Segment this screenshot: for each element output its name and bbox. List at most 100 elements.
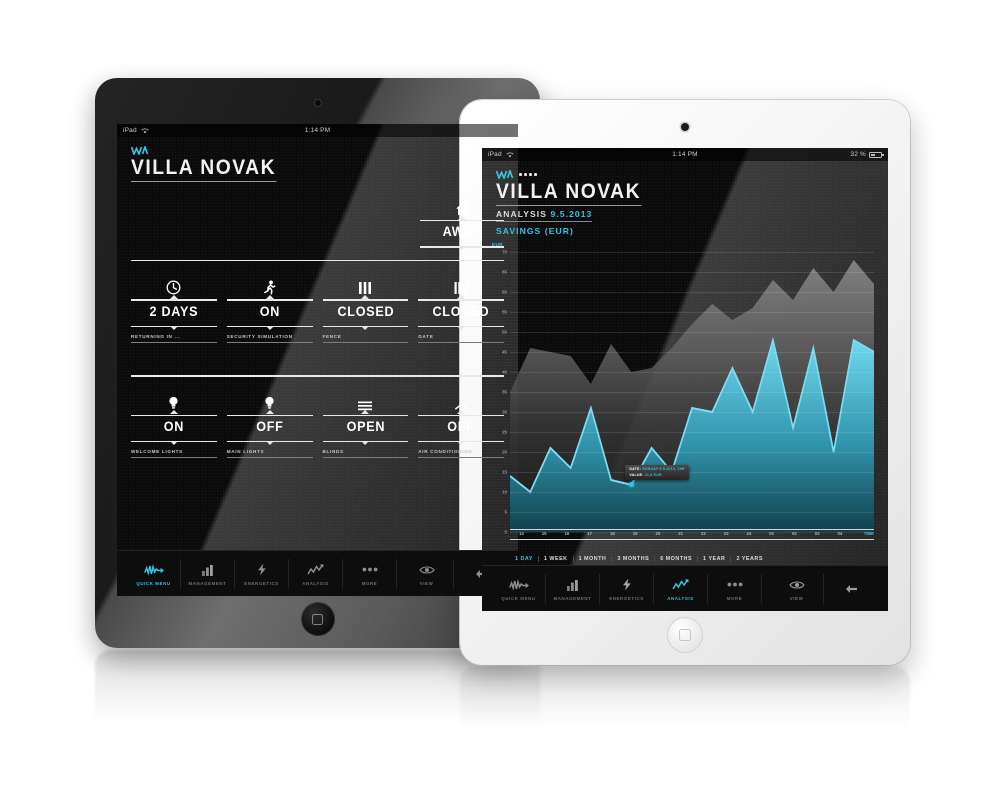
tab-energetics[interactable]: ENERGETICS	[235, 558, 289, 589]
gridline	[510, 392, 874, 394]
metric-label: SAVINGS (EUR)	[496, 226, 574, 237]
battery-icon	[869, 151, 884, 158]
control-value: ON	[259, 302, 280, 319]
range-option[interactable]: 1 WEEK	[539, 556, 574, 562]
black-ipad-screen: iPad 1:14 PM VILLA NOVAK AWAY 2 DAYS RET…	[117, 124, 518, 596]
x-tick-label: 04	[837, 531, 843, 536]
gridline	[510, 352, 874, 354]
x-axis-ticks: 14 15 16 17 18 19 20 21 22 23 24 01 02 03 04 TIME	[510, 530, 874, 539]
control-main-lights[interactable]: OFF MAIN LIGHTS	[226, 391, 313, 459]
linechart-icon	[654, 577, 707, 593]
arrow-down[interactable]	[322, 325, 409, 332]
tab-label: MORE	[361, 580, 378, 586]
analysis-chart[interactable]: EUR 0 5 10 15 20 25 30 35 40 45 50 55 60 65 70	[492, 242, 878, 554]
arrow-down[interactable]	[131, 441, 217, 447]
eye-icon	[400, 562, 453, 578]
x-tick-label: 22	[700, 531, 706, 536]
tab-view[interactable]: VIEW	[770, 573, 824, 604]
gridline	[510, 252, 874, 254]
x-tick-label: 15	[541, 531, 547, 536]
tab-more[interactable]: MORE	[708, 573, 762, 604]
tooltip-date-value: SUNDAY 9.5.2013, 19H	[642, 467, 685, 472]
brand-row	[117, 137, 518, 155]
range-option[interactable]: 1 DAY	[510, 556, 539, 562]
tab-view[interactable]: VIEW	[400, 558, 454, 589]
control-value: ON	[163, 418, 185, 434]
tab-analysis[interactable]: ANALYSIS	[654, 573, 708, 604]
page-title: VILLA NOVAK	[496, 180, 642, 207]
vm-logo-icon	[496, 170, 514, 179]
tab-bar: QUICK MENU MANAGEMENT ENERGETICS ANALYSI…	[117, 550, 518, 596]
ellipsis-icon	[343, 562, 396, 578]
tab-quick-menu[interactable]: QUICK MENU	[492, 573, 546, 604]
gridline	[510, 272, 874, 274]
control-security-simulation[interactable]: ON SECURITY SIMULATION	[226, 275, 313, 344]
x-tick-label: 23	[723, 531, 729, 536]
tab-label: QUICK MENU	[501, 595, 536, 601]
status-time: 1:14 PM	[672, 151, 698, 158]
tab-analysis[interactable]: ANALYSIS	[289, 558, 343, 589]
arrow-down[interactable]	[322, 441, 409, 447]
range-option[interactable]: 2 YEARS	[731, 556, 767, 562]
y-tick-label: 20	[502, 449, 507, 455]
white-ipad-screen: iPad 1:14 PM 32 % VILLA NOVAK ANALYSIS 9…	[482, 148, 888, 611]
barchart-icon	[181, 562, 234, 578]
blinds-icon	[323, 391, 409, 411]
home-button[interactable]	[300, 602, 335, 636]
range-option[interactable]: 1 MONTH	[574, 556, 613, 562]
tab-label: VIEW	[789, 595, 804, 601]
arrow-down[interactable]	[131, 325, 217, 332]
control-welcome-lights[interactable]: ON WELCOME LIGHTS	[131, 391, 217, 459]
tab-more[interactable]: MORE	[343, 558, 397, 589]
brand-row	[482, 161, 888, 179]
y-tick-label: 0	[504, 529, 507, 535]
control-fence[interactable]: CLOSED FENCE	[322, 275, 409, 344]
analysis-prefix: ANALYSIS	[496, 209, 547, 220]
arrow-down[interactable]	[226, 441, 313, 447]
x-tick-label: 17	[587, 531, 593, 536]
status-time: 1:14 PM	[304, 127, 331, 134]
tab-management[interactable]: MANAGEMENT	[546, 573, 600, 604]
vm-logo-icon	[131, 146, 149, 155]
range-option[interactable]: 6 MONTHS	[655, 556, 699, 562]
tab-label: MORE	[726, 595, 743, 601]
control-blinds[interactable]: OPEN BLINDS	[322, 391, 409, 459]
home-button[interactable]	[667, 617, 703, 653]
range-option[interactable]: 1 YEAR	[698, 556, 732, 562]
control-value: CLOSED	[336, 302, 394, 319]
arrow-down[interactable]	[226, 325, 313, 332]
y-tick-label: 65	[502, 269, 507, 275]
tab-back[interactable]	[824, 578, 878, 600]
clock-icon	[131, 275, 217, 295]
gridline	[510, 452, 874, 453]
tab-label: ANALYSIS	[302, 580, 329, 586]
y-tick-label: 30	[502, 409, 507, 415]
control-returning-in[interactable]: 2 DAYS RETURNING IN ...	[131, 275, 217, 344]
ellipsis-icon	[708, 577, 761, 593]
white-ipad-device: iPad 1:14 PM 32 % VILLA NOVAK ANALYSIS 9…	[460, 100, 910, 665]
page-dots[interactable]	[519, 173, 537, 176]
tooltip-date-key: DATE:	[629, 467, 642, 472]
tab-management[interactable]: MANAGEMENT	[181, 558, 235, 589]
range-option[interactable]: 3 MONTHS	[612, 556, 656, 562]
tab-label: MANAGEMENT	[188, 580, 227, 586]
bulb-icon	[131, 391, 217, 411]
waveform-icon	[492, 577, 545, 593]
fence-icon	[323, 275, 409, 295]
y-tick-label: 25	[502, 429, 507, 435]
y-tick-label: 70	[502, 249, 507, 255]
gridline	[510, 412, 874, 414]
gridline	[510, 332, 874, 334]
x-tick-label: 24	[746, 531, 752, 536]
x-tick-label: 16	[564, 531, 570, 536]
tab-energetics[interactable]: ENERGETICS	[600, 573, 654, 604]
gridline	[510, 292, 874, 294]
control-value: 2 DAYS	[149, 302, 199, 319]
status-bar: iPad 1:14 PM	[117, 124, 518, 137]
barchart-icon	[546, 577, 599, 593]
runner-icon	[227, 275, 313, 295]
y-tick-label: 10	[502, 489, 507, 495]
tab-quick-menu[interactable]: QUICK MENU	[127, 558, 181, 589]
page-title: VILLA NOVAK	[131, 156, 277, 183]
x-tick-label: 01	[769, 531, 775, 536]
